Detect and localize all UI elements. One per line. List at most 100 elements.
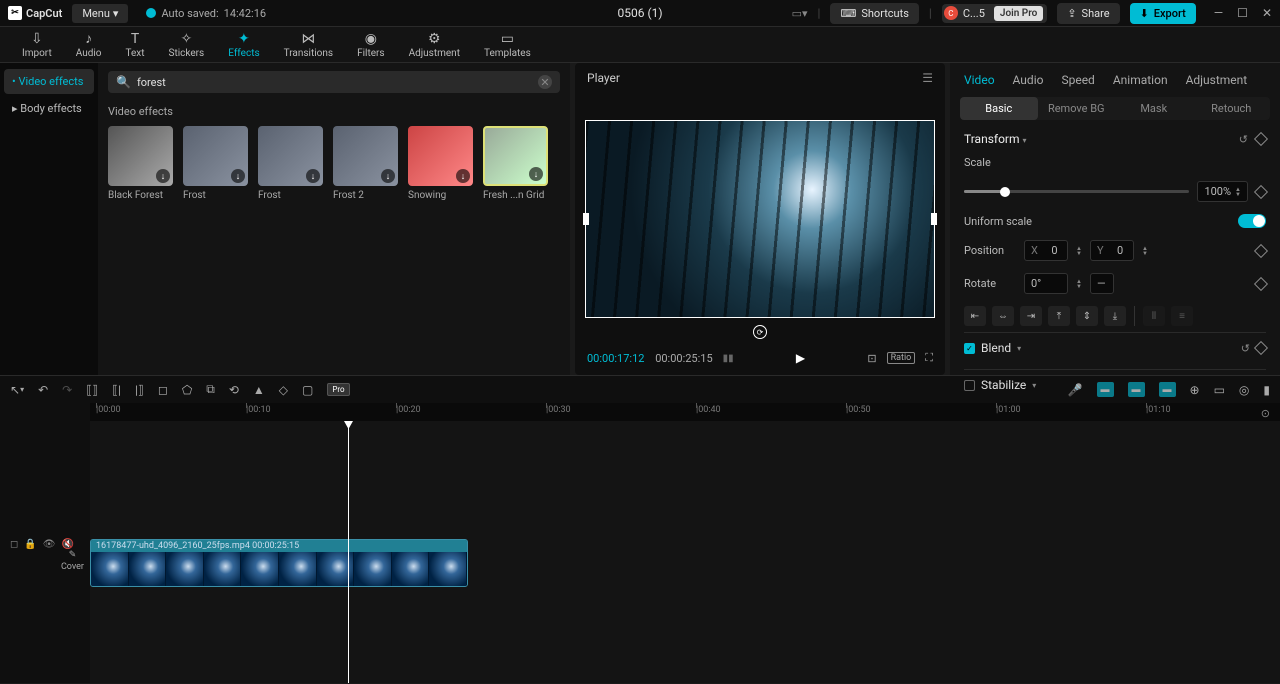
safe-zone-tool[interactable]: ◎	[1239, 383, 1249, 397]
sidebar-body-effects[interactable]: ▸ Body effects	[4, 96, 94, 121]
user-account-button[interactable]: C C...5 Join Pro	[942, 4, 1047, 23]
player-menu-icon[interactable]: ☰	[922, 71, 933, 85]
download-icon[interactable]: ↓	[231, 169, 245, 183]
video-clip[interactable]: 16178477-uhd_4096_2160_25fps.mp4 00:00:2…	[90, 539, 468, 587]
tab-animation[interactable]: Animation	[1113, 73, 1168, 87]
nav-filters[interactable]: ◉Filters	[345, 31, 397, 59]
download-icon[interactable]: ↓	[306, 169, 320, 183]
split-left-tool[interactable]: ⟦|	[112, 383, 121, 397]
redo-button[interactable]: ↷	[62, 383, 72, 397]
spinner-icon[interactable]: ▲▼	[1076, 279, 1082, 289]
undo-button[interactable]: ↶	[38, 383, 48, 397]
subtab-basic[interactable]: Basic	[960, 97, 1038, 120]
split-right-tool[interactable]: |⟧	[135, 383, 144, 397]
fullscreen-icon[interactable]: ⛶	[925, 351, 933, 365]
uniform-scale-toggle[interactable]	[1238, 214, 1266, 228]
lock-icon[interactable]: 🔒	[24, 539, 36, 550]
marker-tool[interactable]: ▮	[1263, 383, 1270, 397]
close-icon[interactable]: ✕	[1262, 6, 1272, 20]
search-input-wrap[interactable]: 🔍 ✕	[108, 71, 560, 93]
subtab-mask[interactable]: Mask	[1115, 97, 1193, 120]
align-left-button[interactable]: ⇤	[964, 306, 986, 326]
copy-tool[interactable]: ⧉	[206, 382, 215, 397]
playhead[interactable]	[348, 421, 349, 683]
track-toggle-2[interactable]: ▬	[1128, 382, 1145, 397]
mute-icon[interactable]: 🔇	[61, 539, 73, 550]
blend-label[interactable]: Blend	[981, 341, 1011, 355]
search-input[interactable]	[137, 76, 532, 89]
clear-search-button[interactable]: ✕	[538, 75, 552, 89]
effect-card[interactable]: ↓Snowing	[408, 126, 473, 201]
rotate-handle[interactable]: ⟳	[753, 325, 767, 339]
tab-speed[interactable]: Speed	[1061, 73, 1094, 87]
nav-audio[interactable]: ♪Audio	[64, 31, 114, 59]
effect-card[interactable]: ↓Frost	[183, 126, 248, 201]
reverse-tool[interactable]: ⟲	[229, 383, 239, 397]
align-top-button[interactable]: ⤒	[1048, 306, 1070, 326]
sidebar-video-effects[interactable]: • Video effects	[4, 69, 94, 94]
tab-video[interactable]: Video	[964, 73, 995, 87]
cover-button[interactable]: ✎ Cover	[61, 550, 84, 572]
keyframe-icon[interactable]	[1254, 243, 1268, 257]
shortcuts-button[interactable]: ⌨ Shortcuts	[830, 3, 918, 24]
align-vcenter-button[interactable]: ⇕	[1076, 306, 1098, 326]
align-right-button[interactable]: ⇥	[1020, 306, 1042, 326]
resize-handle-left[interactable]	[583, 213, 589, 225]
crop-tool[interactable]: ◻	[158, 383, 168, 397]
keyframe-icon[interactable]	[1254, 276, 1268, 290]
effect-card[interactable]: ↓Black Forest	[108, 126, 173, 201]
align-bottom-button[interactable]: ⤓	[1104, 306, 1126, 326]
scale-icon[interactable]: ⊡	[867, 352, 876, 365]
compare-icon[interactable]: ▮▮	[723, 353, 734, 364]
nav-import[interactable]: ⇩Import	[10, 31, 64, 59]
track-toggle-3[interactable]: ▬	[1159, 382, 1176, 397]
rotate-flip-button[interactable]: —	[1090, 273, 1114, 294]
blend-checkbox[interactable]: ✓	[964, 343, 975, 354]
tab-audio[interactable]: Audio	[1013, 73, 1044, 87]
nav-stickers[interactable]: ✧Stickers	[157, 31, 217, 59]
play-button[interactable]: ▶	[796, 351, 805, 365]
selection-tool[interactable]: ↖ ▾	[10, 383, 24, 397]
scale-value[interactable]: 100%▲▼	[1197, 181, 1248, 202]
minimize-icon[interactable]: —	[1214, 6, 1223, 20]
download-icon[interactable]: ↓	[156, 169, 170, 183]
scale-slider[interactable]	[964, 190, 1189, 193]
pro-tool[interactable]: Pro	[327, 383, 349, 396]
share-button[interactable]: ⇪ Share	[1057, 3, 1119, 24]
align-hcenter-button[interactable]: ⇔	[992, 306, 1014, 326]
spinner-icon[interactable]: ▲▼	[1235, 187, 1241, 197]
mask-tool[interactable]: ⬠	[182, 383, 192, 397]
split-tool[interactable]: ⟦⟧	[86, 383, 98, 397]
export-button[interactable]: ⬇ Export	[1130, 3, 1196, 24]
nav-text[interactable]: TText	[113, 31, 156, 59]
preview-tool[interactable]: ▭	[1214, 383, 1225, 397]
zoom-fit-icon[interactable]: ⊙	[1261, 407, 1270, 420]
rotate-input[interactable]: 0°	[1024, 273, 1068, 294]
spinner-icon[interactable]: ▲▼	[1076, 246, 1082, 256]
reset-icon[interactable]: ↺	[1239, 133, 1248, 146]
stabilize-checkbox[interactable]	[964, 380, 975, 391]
transform-header[interactable]: Transform ▾	[964, 132, 1027, 146]
mic-button[interactable]: 🎤	[1068, 383, 1083, 397]
rotate-tool[interactable]: ◇	[279, 383, 288, 397]
track-toggle-1[interactable]: ▬	[1097, 382, 1114, 397]
eye-icon[interactable]: 👁	[43, 539, 56, 550]
keyframe-icon[interactable]	[1254, 341, 1268, 355]
download-icon[interactable]: ↓	[381, 169, 395, 183]
keyframe-icon[interactable]	[1254, 184, 1268, 198]
maximize-icon[interactable]: ☐	[1237, 6, 1248, 20]
ratio-button[interactable]: Ratio	[887, 352, 916, 364]
position-y-input[interactable]: Y 0	[1090, 240, 1134, 261]
nav-effects[interactable]: ✦Effects	[216, 31, 271, 59]
download-icon[interactable]: ↓	[456, 169, 470, 183]
tab-adjustment[interactable]: Adjustment	[1186, 73, 1248, 87]
nav-templates[interactable]: ▭Templates	[472, 31, 543, 59]
mirror-tool[interactable]: ▲	[253, 383, 265, 397]
track-icon[interactable]: ◻	[10, 539, 18, 550]
spinner-icon[interactable]: ▲▼	[1142, 246, 1148, 256]
join-pro-badge[interactable]: Join Pro	[994, 6, 1043, 21]
reset-icon[interactable]: ↺	[1241, 342, 1250, 355]
download-icon[interactable]: ↓	[529, 167, 543, 181]
stabilize-label[interactable]: Stabilize	[981, 378, 1026, 392]
effect-card[interactable]: ↓Frost 2	[333, 126, 398, 201]
